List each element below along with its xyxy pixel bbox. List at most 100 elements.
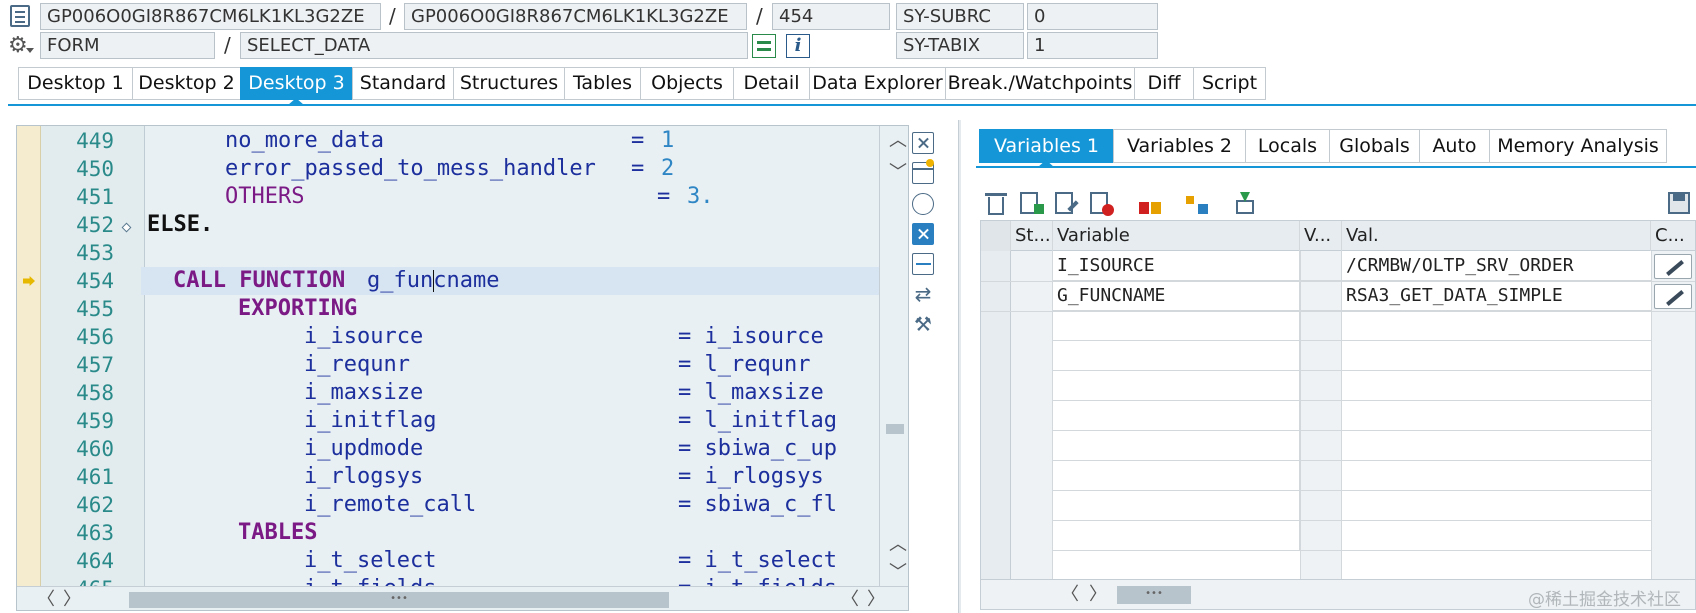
scroll-thumb[interactable]: ••• bbox=[1117, 586, 1191, 604]
main-program-field[interactable]: GP006O0GI8R867CM6LK1KL3G2ZE bbox=[40, 3, 381, 30]
tab-auto[interactable]: Auto bbox=[1419, 129, 1489, 163]
empty-cell[interactable] bbox=[1053, 491, 1300, 521]
scroll-down-icon[interactable]: ﹀ bbox=[889, 564, 907, 582]
pane-splitter[interactable] bbox=[958, 120, 961, 613]
maximize-icon[interactable] bbox=[912, 223, 934, 245]
table-row[interactable] bbox=[1053, 341, 1651, 371]
code-token: i_initflag bbox=[304, 408, 437, 433]
sysvar-value-field[interactable]: 0 bbox=[1027, 3, 1158, 30]
tab-desktop-2[interactable]: Desktop 2 bbox=[132, 67, 240, 100]
tab-globals[interactable]: Globals bbox=[1329, 129, 1419, 163]
scroll-right-icon[interactable]: 〉 bbox=[1089, 586, 1107, 604]
tab-detail[interactable]: Detail bbox=[733, 67, 809, 100]
tab-structures[interactable]: Structures bbox=[453, 67, 564, 100]
scroll-right-icon[interactable]: 〉 bbox=[867, 591, 885, 609]
code-token: = bbox=[631, 128, 658, 153]
gear-icon[interactable]: ⚙ bbox=[8, 35, 30, 57]
tab-tables[interactable]: Tables bbox=[564, 67, 640, 100]
column-header-change[interactable]: C... bbox=[1651, 221, 1695, 251]
line-number: 460 bbox=[76, 437, 114, 461]
tab-standard[interactable]: Standard bbox=[352, 67, 453, 100]
tab-variables-1[interactable]: Variables 1 bbox=[979, 129, 1113, 163]
include-program-field[interactable]: GP006O0GI8R867CM6LK1KL3G2ZE bbox=[404, 3, 747, 30]
switch-view-icon[interactable] bbox=[752, 34, 776, 58]
variable-name-cell[interactable]: I_ISOURCE bbox=[1053, 251, 1300, 281]
tab-variables-2[interactable]: Variables 2 bbox=[1113, 129, 1245, 163]
table-row[interactable] bbox=[1053, 311, 1651, 341]
pencil-icon bbox=[1666, 290, 1684, 306]
sysvar-name-field[interactable]: SY-SUBRC bbox=[896, 3, 1024, 30]
empty-cell[interactable] bbox=[1053, 341, 1300, 371]
scroll-left-icon[interactable]: 〈 bbox=[37, 591, 55, 609]
empty-cell[interactable] bbox=[1053, 311, 1300, 341]
code-token: i_rlogsys bbox=[304, 464, 424, 489]
scroll-thumb[interactable] bbox=[886, 424, 904, 434]
tab-data-explorer[interactable]: Data Explorer bbox=[809, 67, 945, 100]
tab-memory-analysis[interactable]: Memory Analysis bbox=[1489, 129, 1667, 163]
table-row[interactable]: I_ISOURCE /CRMBW/OLTP_SRV_ORDER bbox=[1053, 251, 1651, 281]
event-type-field[interactable]: FORM bbox=[40, 32, 215, 59]
info-icon[interactable]: i bbox=[786, 34, 810, 58]
edit-value-button[interactable] bbox=[1654, 254, 1692, 279]
scroll-thumb[interactable]: ••• bbox=[129, 592, 669, 608]
save-icon[interactable] bbox=[1666, 190, 1692, 216]
tab-script[interactable]: Script bbox=[1193, 67, 1266, 100]
table-row[interactable] bbox=[1053, 431, 1651, 461]
variable-name-cell[interactable]: G_FUNCNAME bbox=[1053, 281, 1300, 311]
empty-cell[interactable] bbox=[1053, 401, 1300, 431]
delete-icon[interactable] bbox=[983, 190, 1009, 216]
edit-value-button[interactable] bbox=[1654, 284, 1692, 309]
table-row[interactable] bbox=[1053, 521, 1651, 551]
services-tool-icon[interactable]: ⚒ bbox=[912, 313, 934, 335]
scroll-right-icon[interactable]: 〉 bbox=[63, 591, 81, 609]
variable-value-cell[interactable]: /CRMBW/OLTP_SRV_ORDER bbox=[1342, 251, 1651, 281]
table-row[interactable] bbox=[1053, 461, 1651, 491]
sysvar-value-field-2[interactable]: 1 bbox=[1027, 32, 1158, 59]
code-vertical-scrollbar[interactable]: ︿ ﹀ ︿ ﹀ bbox=[879, 126, 908, 586]
line-number-field[interactable]: 454 bbox=[772, 3, 890, 30]
tab-locals[interactable]: Locals bbox=[1245, 129, 1329, 163]
column-header-value[interactable]: Val. bbox=[1342, 221, 1651, 251]
export-icon[interactable] bbox=[1232, 190, 1258, 216]
edit-variable-icon[interactable] bbox=[1053, 190, 1079, 216]
code-horizontal-scrollbar[interactable]: 〈 〉 ••• 〈 〉 bbox=[17, 586, 908, 610]
tab-underline bbox=[8, 104, 1696, 106]
tab-desktop-1[interactable]: Desktop 1 bbox=[18, 67, 132, 100]
empty-cell[interactable] bbox=[1053, 371, 1300, 401]
scroll-left-icon[interactable]: 〈 bbox=[1061, 586, 1079, 604]
table-row[interactable] bbox=[1053, 401, 1651, 431]
breakpoint-gutter[interactable] bbox=[17, 126, 41, 610]
scroll-up-icon[interactable]: ︿ bbox=[889, 132, 907, 150]
variable-value-cell[interactable]: RSA3_GET_DATA_SIMPLE bbox=[1342, 281, 1651, 311]
swap-tools-icon[interactable]: ⇄ bbox=[912, 283, 934, 305]
line-number: 456 bbox=[76, 325, 114, 349]
tab-diff[interactable]: Diff bbox=[1134, 67, 1193, 100]
sysvar-name-field-2[interactable]: SY-TABIX bbox=[896, 32, 1024, 59]
new-tool-icon[interactable] bbox=[912, 159, 934, 184]
compare-icon[interactable] bbox=[1137, 190, 1163, 216]
replace-tool-icon[interactable] bbox=[912, 193, 934, 215]
empty-cell[interactable] bbox=[1053, 521, 1300, 551]
scroll-up-icon[interactable]: ︿ bbox=[889, 536, 907, 554]
tab-desktop-3[interactable]: Desktop 3 bbox=[240, 67, 352, 100]
swap-horizontal-icon[interactable] bbox=[912, 253, 934, 275]
table-row[interactable] bbox=[1053, 491, 1651, 521]
code-editor[interactable]: 449 450 451 452 453 454 455 456 457 458 … bbox=[16, 125, 909, 611]
remove-variable-icon[interactable] bbox=[1088, 190, 1114, 216]
table-row[interactable]: G_FUNCNAME RSA3_GET_DATA_SIMPLE bbox=[1053, 281, 1651, 311]
tab-objects[interactable]: Objects bbox=[640, 67, 733, 100]
table-row[interactable] bbox=[1053, 371, 1651, 401]
column-header-variable[interactable]: Variable bbox=[1053, 221, 1300, 251]
column-header-v[interactable]: V... bbox=[1300, 221, 1342, 251]
empty-cell[interactable] bbox=[1053, 431, 1300, 461]
event-name-field[interactable]: SELECT_DATA bbox=[240, 32, 748, 59]
scroll-down-icon[interactable]: ﹀ bbox=[889, 164, 907, 182]
tab-break-watchpoints[interactable]: Break./Watchpoints bbox=[945, 67, 1134, 100]
scroll-left-icon[interactable]: 〈 bbox=[841, 591, 859, 609]
empty-cell[interactable] bbox=[1053, 461, 1300, 491]
close-window-icon[interactable] bbox=[912, 132, 934, 154]
column-header-status[interactable]: St... bbox=[1011, 221, 1053, 251]
add-variable-icon[interactable] bbox=[1018, 190, 1044, 216]
hierarchy-icon[interactable] bbox=[1184, 190, 1210, 216]
program-icon bbox=[10, 5, 30, 27]
